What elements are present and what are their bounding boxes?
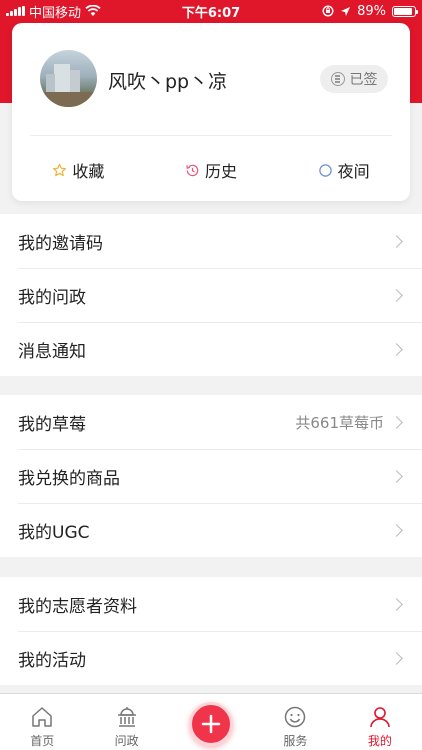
battery-icon: [392, 5, 418, 17]
clock-icon: [186, 164, 199, 176]
username[interactable]: 风吹丶pp丶凉: [108, 67, 227, 94]
checkin-label: 已签: [349, 72, 378, 88]
menu-item-my-ugc[interactable]: 我的UGC: [0, 503, 422, 557]
night-mode-label: 夜间: [337, 162, 370, 181]
chevron-right-icon: [390, 597, 403, 611]
menu-item-my-activities[interactable]: 我的活动: [0, 631, 422, 685]
location-arrow-icon: [341, 6, 351, 16]
chevron-right-icon: [390, 415, 403, 429]
tab-me[interactable]: 我的: [338, 694, 422, 750]
carrier-name: 中国移动: [29, 5, 82, 21]
history-label: 历史: [205, 162, 238, 181]
status-bar: 中国移动 下午6:07 89%: [0, 0, 422, 22]
tab-inquiry-label: 问政: [114, 734, 139, 748]
menu-group-rewards: 我的草莓 共661草莓币 我兑换的商品 我的UGC: [0, 395, 422, 557]
chevron-right-icon: [390, 651, 403, 665]
star-icon: [53, 163, 67, 176]
card-divider: [30, 135, 392, 136]
menu-item-my-inquiries[interactable]: 我的问政: [0, 268, 422, 322]
moon-icon: [318, 163, 332, 177]
strawberry-coin-count: 共661草莓币: [295, 413, 384, 432]
chevron-right-icon: [390, 342, 403, 356]
tab-home-label: 首页: [30, 734, 55, 748]
publish-button[interactable]: [189, 702, 234, 746]
coin-icon: [330, 72, 345, 86]
tab-home[interactable]: 首页: [0, 694, 84, 750]
history-button[interactable]: 历史: [145, 157, 278, 183]
chevron-right-icon: [390, 523, 403, 537]
chevron-right-icon: [390, 288, 403, 302]
avatar[interactable]: [40, 50, 97, 107]
profile-card: 风吹丶pp丶凉 已签 收藏 历史 夜间: [12, 23, 410, 201]
tab-services-label: 服务: [283, 734, 308, 748]
menu-group-volunteer: 我的志愿者资料 我的活动: [0, 577, 422, 685]
tab-me-label: 我的: [367, 734, 392, 748]
tab-inquiry[interactable]: 问政: [84, 694, 168, 750]
signal-icon: [6, 6, 25, 16]
chevron-right-icon: [390, 469, 403, 483]
checkin-button[interactable]: 已签: [320, 65, 388, 93]
status-time: 下午6:07: [181, 5, 241, 21]
rotation-lock-icon: [322, 5, 334, 17]
tab-publish[interactable]: [169, 694, 253, 750]
wifi-icon: [85, 5, 101, 16]
menu-item-volunteer-profile[interactable]: 我的志愿者资料: [0, 577, 422, 631]
government-building-icon: [117, 707, 136, 727]
night-mode-button[interactable]: 夜间: [277, 157, 410, 183]
menu-item-my-strawberries[interactable]: 我的草莓 共661草莓币: [0, 395, 422, 449]
battery-percent: 89%: [357, 3, 386, 19]
tab-bar: 首页 问政 服务 我的: [0, 693, 422, 750]
home-icon: [32, 707, 52, 727]
person-icon: [370, 707, 390, 728]
menu-item-redeemed-products[interactable]: 我兑换的商品: [0, 449, 422, 503]
menu-group-account: 我的邀请码 我的问政 消息通知: [0, 214, 422, 376]
tab-services[interactable]: 服务: [253, 694, 337, 750]
favorites-button[interactable]: 收藏: [12, 157, 145, 183]
smiley-icon: [285, 706, 306, 728]
plus-icon: [201, 714, 221, 734]
chevron-right-icon: [390, 234, 403, 248]
quick-actions: 收藏 历史 夜间: [12, 157, 410, 183]
menu-item-notifications[interactable]: 消息通知: [0, 322, 422, 376]
favorites-label: 收藏: [72, 162, 105, 181]
menu-item-invite-code[interactable]: 我的邀请码: [0, 214, 422, 268]
